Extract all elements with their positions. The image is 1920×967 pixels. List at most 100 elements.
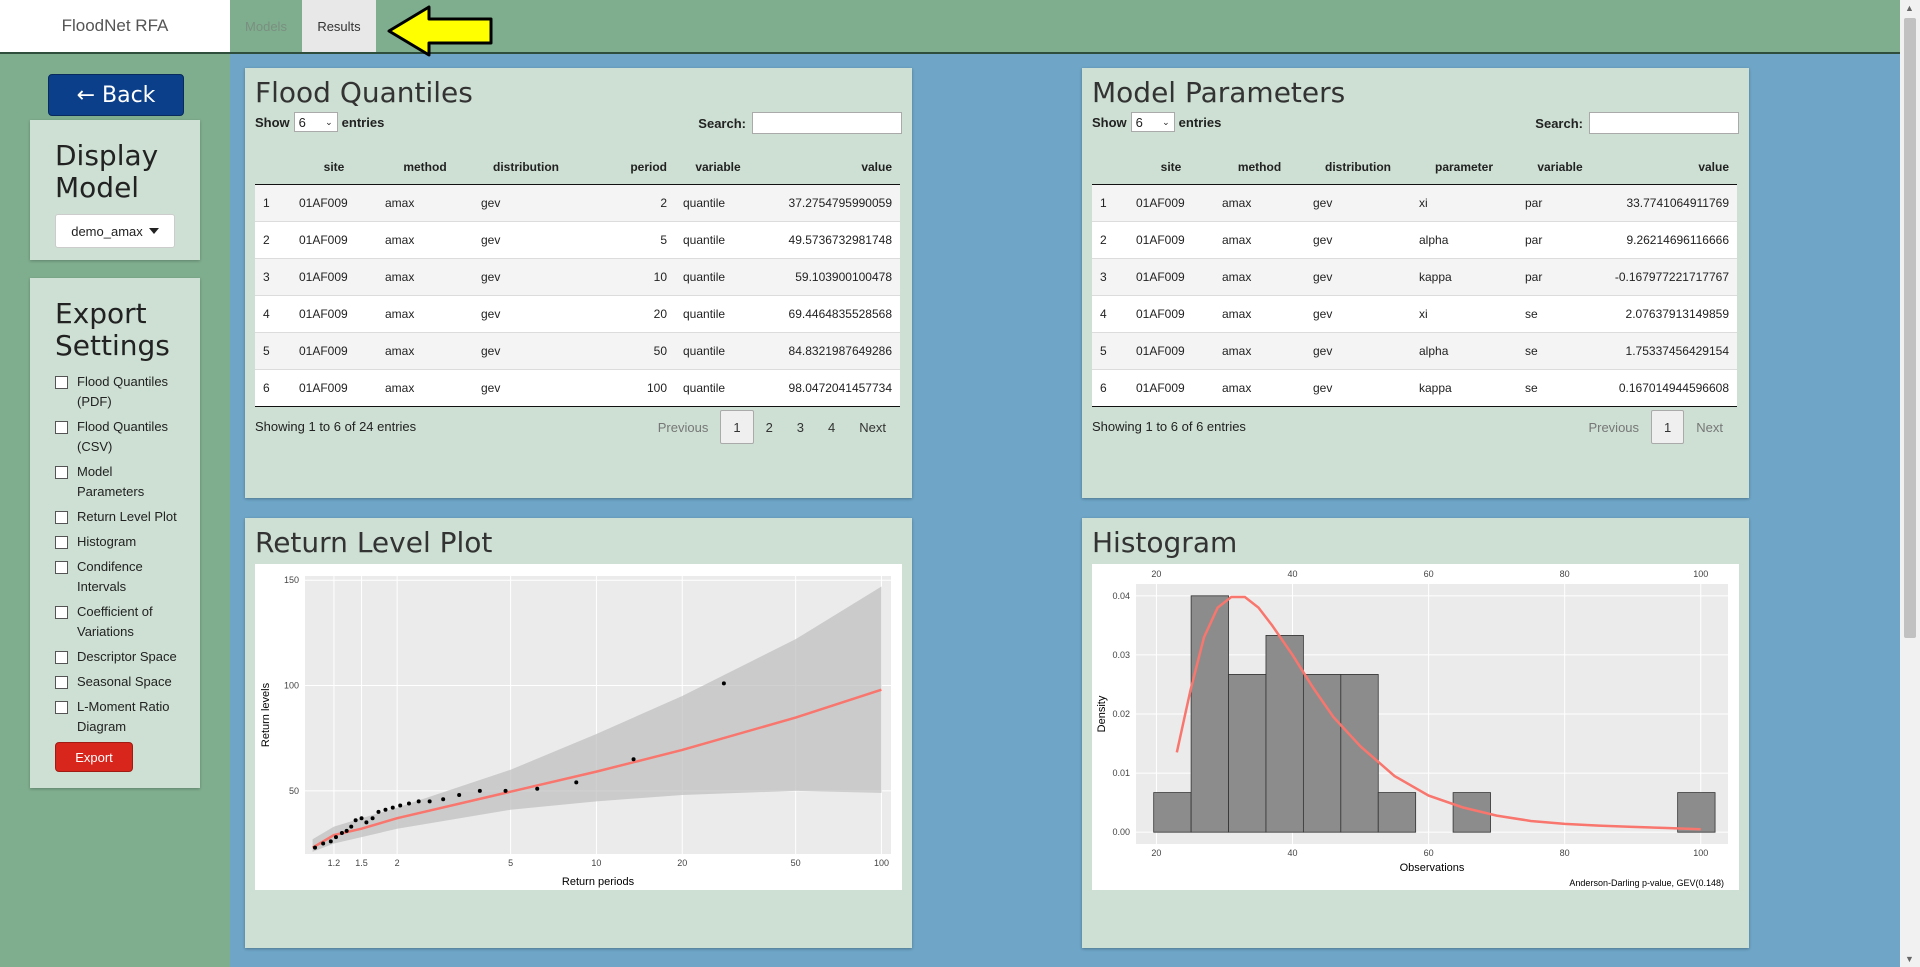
display-model-well: Display Model demo_amax	[30, 120, 200, 260]
cell: 01AF009	[1128, 221, 1214, 259]
checkbox[interactable]	[55, 651, 68, 664]
export-option-lmoment-ratio-diagram[interactable]: L-Moment Ratio Diagram	[55, 697, 177, 737]
cell: 2.07637913149859	[1603, 295, 1737, 333]
scroll-down-icon[interactable]: ▼	[1905, 954, 1914, 964]
histogram-bar	[1153, 792, 1192, 833]
pager-next[interactable]: Next	[847, 411, 898, 443]
page-length-select[interactable]: 6 ⌄	[293, 112, 338, 132]
checkbox[interactable]	[55, 606, 68, 619]
brand-title[interactable]: FloodNet RFA	[0, 0, 230, 52]
cell: se	[1517, 332, 1603, 370]
data-point	[406, 801, 411, 806]
pager-previous[interactable]: Previous	[646, 411, 721, 443]
cell: amax	[377, 221, 473, 259]
cell: 6	[255, 369, 291, 407]
cell: 01AF009	[291, 221, 377, 259]
yellow-arrow-icon	[387, 5, 493, 57]
x-tick-label-top: 80	[1560, 569, 1570, 579]
back-button[interactable]: ← Back	[48, 74, 184, 116]
cell: xi	[1411, 295, 1517, 333]
cell: 5	[1092, 332, 1128, 370]
model-select[interactable]: demo_amax	[55, 214, 175, 248]
col-header-distribution[interactable]: distribution	[1305, 150, 1411, 185]
checkbox[interactable]	[55, 466, 68, 479]
export-option-model-parameters[interactable]: Model Parameters	[55, 462, 157, 502]
pager-page-1[interactable]: 1	[720, 410, 754, 444]
export-option-return-level-plot[interactable]: Return Level Plot	[55, 507, 187, 527]
col-header-distribution[interactable]: distribution	[473, 150, 579, 185]
search-label: Search:	[1535, 115, 1583, 131]
col-header-variable[interactable]: variable	[1517, 150, 1603, 185]
pager-page-3[interactable]: 3	[785, 411, 816, 443]
col-header-index[interactable]	[255, 150, 291, 185]
checkbox[interactable]	[55, 701, 68, 714]
cell: quantile	[675, 369, 761, 407]
col-header-index[interactable]	[1092, 150, 1128, 185]
model-parameters-panel: Model Parameters Show 6 ⌄ entries Search:…	[1082, 68, 1749, 498]
data-point	[353, 818, 358, 823]
scrollbar-thumb[interactable]	[1904, 18, 1916, 638]
table-row: 3 01AF009 amax gev 10 quantile 59.103900100478	[255, 258, 900, 296]
page-length-select[interactable]: 6 ⌄	[1130, 112, 1175, 132]
table-row: 5 01AF009 amax gev alpha se 1.75337456429154	[1092, 332, 1737, 370]
data-point	[349, 824, 354, 829]
y-tick-label: 0.04	[1112, 591, 1130, 601]
cell: gev	[1305, 332, 1411, 370]
col-header-method[interactable]: method	[1214, 150, 1305, 185]
data-point	[457, 793, 462, 798]
search-input[interactable]	[1589, 112, 1739, 134]
col-header-value[interactable]: value	[761, 150, 900, 185]
checkbox[interactable]	[55, 536, 68, 549]
pager-page-2[interactable]: 2	[754, 411, 785, 443]
export-button[interactable]: Export	[55, 742, 133, 772]
export-option-flood-quantiles-pdf[interactable]: Flood Quantiles (PDF)	[55, 372, 177, 412]
pager-page-1[interactable]: 1	[1651, 410, 1685, 444]
cell: alpha	[1411, 332, 1517, 370]
scroll-up-icon[interactable]: ▲	[1905, 3, 1914, 13]
col-header-value[interactable]: value	[1603, 150, 1737, 185]
tab-models[interactable]: Models	[230, 0, 302, 52]
return-level-chart: 50 100 150 1.2 1.5 2 5 10 20 50 100 Return periods R…	[255, 564, 902, 890]
export-option-histogram[interactable]: Histogram	[55, 532, 177, 552]
checkbox[interactable]	[55, 511, 68, 524]
col-header-period[interactable]: period	[579, 150, 675, 185]
cell: 5	[255, 332, 291, 370]
cell: 4	[255, 295, 291, 333]
col-header-method[interactable]: method	[377, 150, 473, 185]
cell: 59.103900100478	[761, 258, 900, 296]
tab-results[interactable]: Results	[302, 0, 376, 52]
entries-label: entries	[341, 114, 385, 130]
pager-page-4[interactable]: 4	[816, 411, 847, 443]
col-header-site[interactable]: site	[1128, 150, 1214, 185]
cell: 49.5736732981748	[761, 221, 900, 259]
export-option-coefficient-of-variations[interactable]: Coefficient of Variations	[55, 602, 167, 642]
pager-previous[interactable]: Previous	[1576, 411, 1651, 443]
checkbox[interactable]	[55, 376, 68, 389]
export-option-flood-quantiles-csv[interactable]: Flood Quantiles (CSV)	[55, 417, 177, 457]
data-point	[631, 757, 636, 762]
checkbox[interactable]	[55, 561, 68, 574]
cell: gev	[473, 332, 579, 370]
export-option-descriptor-space[interactable]: Descriptor Space	[55, 647, 187, 667]
cell: 01AF009	[291, 295, 377, 333]
cell: 100	[579, 369, 675, 407]
cell: 3	[255, 258, 291, 296]
histogram-bar	[1190, 595, 1229, 833]
search-control: Search:	[1535, 112, 1739, 134]
export-option-confidence-intervals[interactable]: Condifence Intervals	[55, 557, 157, 597]
table-row: 2 01AF009 amax gev 5 quantile 49.5736732981748	[255, 221, 900, 259]
pager-next[interactable]: Next	[1684, 411, 1735, 443]
cell: amax	[377, 369, 473, 407]
col-header-site[interactable]: site	[291, 150, 377, 185]
y-tick-label: 150	[284, 575, 299, 585]
histogram-bar	[1340, 674, 1379, 833]
x-tick-label: 2	[395, 858, 400, 868]
export-option-seasonal-space[interactable]: Seasonal Space	[55, 672, 187, 692]
data-point	[328, 839, 333, 844]
vertical-scrollbar[interactable]: ▲ ▼	[1900, 0, 1920, 967]
checkbox[interactable]	[55, 421, 68, 434]
search-input[interactable]	[752, 112, 902, 134]
col-header-parameter[interactable]: parameter	[1411, 150, 1517, 185]
col-header-variable[interactable]: variable	[675, 150, 761, 185]
checkbox[interactable]	[55, 676, 68, 689]
